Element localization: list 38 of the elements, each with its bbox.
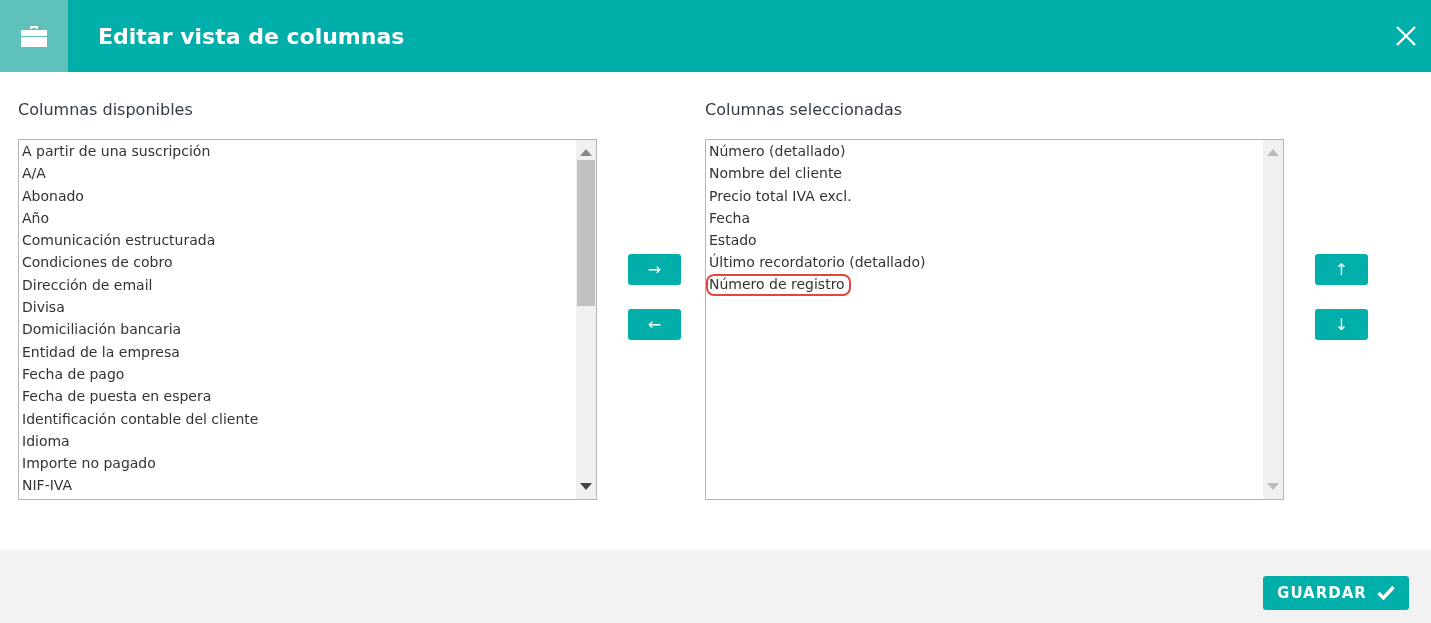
close-button[interactable]	[1395, 25, 1417, 47]
list-item[interactable]: A/A	[20, 162, 48, 185]
close-icon	[1396, 26, 1416, 46]
list-item[interactable]: Fecha de puesta en espera	[20, 385, 214, 408]
list-item[interactable]: Dirección de email	[20, 273, 155, 297]
list-item[interactable]: Domiciliación bancaria	[20, 318, 184, 341]
scrollbar-thumb[interactable]	[577, 160, 595, 306]
list-item[interactable]: Identificación contable del cliente	[20, 407, 261, 430]
list-item[interactable]: NIF-IVA	[20, 474, 75, 497]
list-item[interactable]: Año	[20, 206, 51, 230]
scrollbar[interactable]	[576, 140, 596, 499]
checkmark-icon	[1376, 585, 1395, 600]
list-item[interactable]: Fecha de pago	[20, 362, 127, 386]
scrollbar[interactable]	[1263, 140, 1283, 499]
selected-columns-list[interactable]: Número (detallado) Nombre del cliente Precio total IVA excl. Fecha Estado Último recordatorio (detallado) Número de registro	[705, 139, 1284, 500]
list-item[interactable]: Estado	[707, 229, 759, 252]
window-title: Editar vista de columnas	[98, 23, 406, 49]
scroll-down-icon[interactable]	[580, 483, 592, 490]
list-item[interactable]: Último recordatorio (detallado)	[707, 251, 928, 274]
list-item[interactable]: Idioma	[20, 429, 72, 453]
list-item[interactable]: Nombre del cliente	[707, 162, 844, 185]
scroll-up-icon[interactable]	[580, 149, 592, 156]
list-item[interactable]: Número de registro	[706, 273, 851, 297]
scroll-up-icon[interactable]	[1267, 149, 1279, 156]
list-item[interactable]: Precio total IVA excl.	[707, 184, 854, 207]
list-item[interactable]: Condiciones de cobro	[20, 251, 175, 274]
list-heading: Columnas seleccionadas	[705, 100, 904, 121]
available-columns-list[interactable]	[18, 139, 597, 500]
list-item[interactable]: Entidad de la empresa	[20, 340, 182, 363]
list-item[interactable]: Fecha	[707, 206, 753, 230]
list-item[interactable]: Importe no pagado	[20, 452, 158, 475]
list-item[interactable]: Comunicación estructurada	[20, 229, 218, 252]
list-item[interactable]: A partir de una suscripción	[20, 140, 213, 163]
briefcase-icon	[20, 24, 48, 48]
list-heading: Columnas disponibles	[18, 100, 194, 121]
list-item[interactable]: Divisa	[20, 296, 67, 319]
list-item[interactable]: Abonado	[20, 184, 86, 207]
list-item[interactable]: Número (detallado)	[707, 140, 848, 163]
